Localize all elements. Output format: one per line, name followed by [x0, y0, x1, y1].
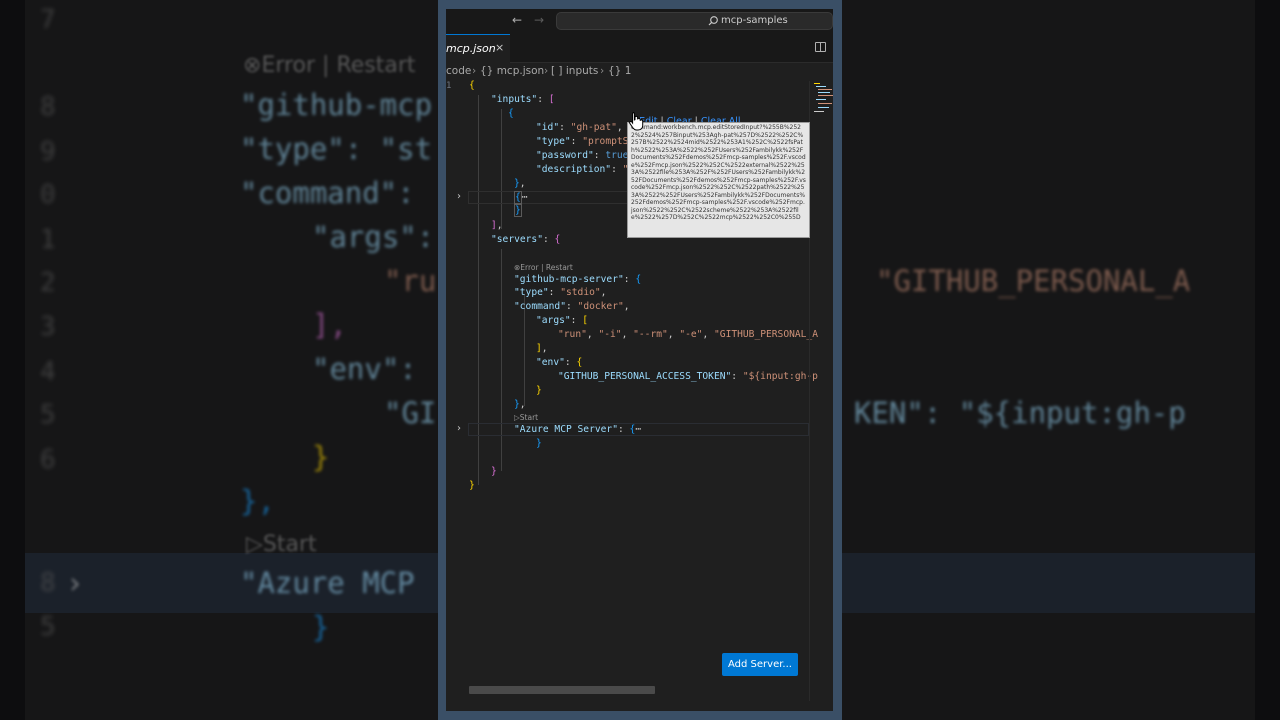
bg-codelens-start: ▷Start — [246, 532, 317, 557]
hand-pointer-icon — [629, 112, 644, 131]
bg-code-line: "GITHUB_PERSONAL_A — [876, 264, 1191, 298]
editor-area: ← → mcp-samples mcp.json × code › {} mcp… — [446, 9, 833, 711]
indent-guide — [501, 249, 502, 471]
bg-play-icon: ▷ — [246, 532, 263, 557]
minimap-line — [814, 83, 820, 84]
bg-fold-chevron-icon: › — [66, 566, 84, 600]
code-line: "type": "stdio", — [514, 287, 607, 298]
bg-line-number: 8 — [40, 568, 56, 598]
code-line: "GITHUB_PERSONAL_ACCESS_TOKEN": "${input… — [558, 371, 818, 382]
bg-line-number: 5 — [40, 400, 56, 430]
indent-guide — [501, 109, 502, 229]
code-line: } — [491, 466, 497, 477]
bg-code-line: "GI — [384, 396, 437, 430]
code-line-folded: {⋯ — [514, 191, 528, 204]
horizontal-scrollbar[interactable] — [469, 686, 655, 694]
minimap-line — [816, 99, 826, 100]
minimap-line — [818, 89, 832, 90]
code-line: "github-mcp-server": { — [514, 274, 642, 285]
bg-code-line: KEN": "${input:gh-p — [854, 396, 1186, 430]
bg-line-number: 8 — [40, 92, 56, 122]
code-line: "env": { — [536, 357, 583, 368]
bg-code-line: "args": — [312, 220, 435, 254]
code-line: "args": [ — [536, 315, 588, 326]
minimap[interactable] — [809, 81, 833, 701]
link-tooltip: command:workbench.mcp.editStoredInput?%2… — [627, 122, 810, 238]
bg-codelens-error-restart: ⊗Error | Restart — [243, 53, 416, 78]
add-server-button[interactable]: Add Server... — [722, 653, 798, 676]
bg-code-line: "type": "st — [240, 132, 433, 166]
code-line: "command": "docker", — [514, 301, 630, 312]
code-line-folded: "Azure MCP Server": {⋯ — [514, 424, 642, 435]
minimap-line — [818, 92, 830, 93]
bg-line-number: 6 — [40, 445, 56, 475]
code-line: }, — [514, 178, 526, 189]
code-line: "run", "-i", "--rm", "-e", "GITHUB_PERSO… — [558, 329, 818, 340]
code-line: "id": "gh-pat", — [536, 122, 623, 133]
vscode-window: ← → mcp-samples mcp.json × code › {} mcp… — [438, 0, 842, 720]
bg-code-line: }, — [240, 484, 275, 518]
line-number: 1 — [446, 81, 452, 91]
minimap-line — [814, 111, 824, 112]
bg-line-number: 3 — [40, 312, 56, 342]
minimap-line — [816, 86, 826, 87]
bg-line-number: 4 — [40, 357, 56, 387]
minimap-line — [818, 103, 832, 104]
code-line: } — [536, 385, 542, 396]
codelens-error-restart[interactable]: ⊗Error | Restart — [514, 263, 573, 272]
code-line: "password": true — [536, 150, 629, 161]
bg-line-number: 0 — [40, 180, 56, 210]
bg-error-icon: ⊗ — [243, 53, 262, 78]
code-line: } — [514, 204, 522, 217]
code-line: ], — [536, 343, 548, 354]
code-line: "description": " — [536, 164, 629, 175]
bg-code-line: } — [312, 440, 330, 474]
bg-code-line: "command": — [240, 176, 415, 210]
codelens-start[interactable]: ▷Start — [514, 413, 538, 422]
code-line: "servers": { — [491, 234, 561, 245]
code-line: { — [469, 80, 475, 91]
bg-code-line: "env": — [312, 352, 417, 386]
code-line: ], — [491, 220, 503, 231]
fold-chevron-icon[interactable]: › — [457, 423, 461, 434]
bg-line-number: 1 — [40, 225, 56, 255]
split-editor-icon[interactable] — [815, 42, 826, 52]
code-line: } — [536, 438, 542, 449]
bg-line-number: 5 — [40, 612, 56, 642]
code-line: }, — [514, 399, 526, 410]
bg-code-line: "github-mcp — [240, 88, 433, 122]
code-line: { — [508, 108, 514, 119]
bg-line-number: 9 — [40, 137, 56, 167]
tooltip-text: command:workbench.mcp.editStoredInput?%2… — [631, 124, 806, 221]
minimap-line — [818, 95, 833, 96]
bg-line-number: 2 — [40, 268, 56, 298]
bg-code-line: "Azure MCP — [240, 566, 415, 600]
fold-chevron-icon[interactable]: › — [457, 191, 461, 202]
minimap-line — [818, 107, 829, 108]
bg-line-number: 7 — [40, 5, 56, 35]
code-line: } — [469, 480, 475, 491]
bg-code-line: ], — [312, 308, 347, 342]
bg-code-line: } — [312, 610, 330, 644]
bg-code-line: "ru — [384, 264, 437, 298]
code-line: "inputs": [ — [491, 94, 555, 105]
